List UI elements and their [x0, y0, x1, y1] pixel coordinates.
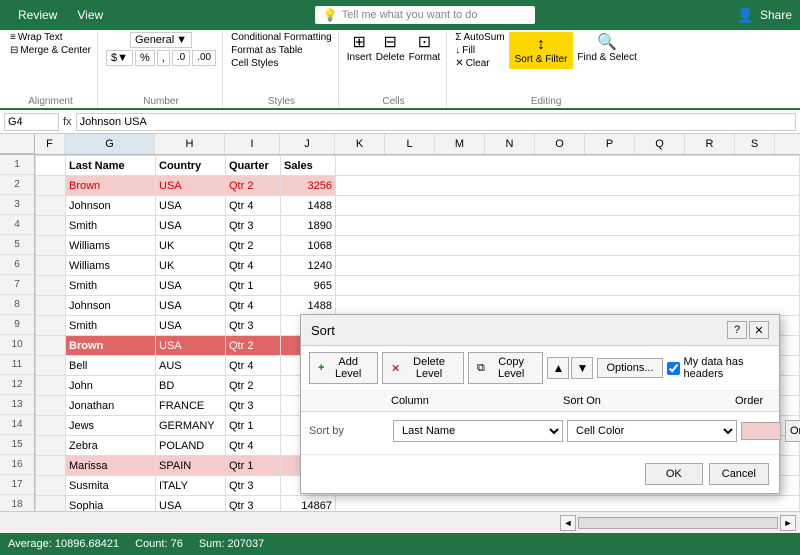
wrap-text-btn[interactable]: ≡Wrap Text	[10, 32, 91, 43]
copy-level-btn[interactable]: ⧉ Copy Level	[468, 352, 544, 384]
currency-btn[interactable]: $▼	[106, 50, 133, 66]
delete-level-btn[interactable]: ✕ Delete Level	[382, 352, 464, 384]
decimal-less-btn[interactable]: .00	[192, 50, 216, 66]
styles-label: Styles	[268, 96, 295, 107]
col-header-k: K	[335, 134, 385, 154]
col-header-r: R	[685, 134, 735, 154]
sort-filter-btn[interactable]: ↕Sort & Filter	[509, 32, 574, 69]
col-header-m: M	[435, 134, 485, 154]
my-data-headers-checkbox[interactable]	[667, 362, 680, 375]
formula-input[interactable]	[76, 113, 796, 131]
share-label[interactable]: Share	[760, 8, 792, 22]
col-header-sales: Sales	[281, 156, 336, 176]
ribbon-tab-view[interactable]: View	[67, 2, 113, 28]
table-row: Smith USA Qtr 3 1890	[36, 216, 800, 236]
col-header-quarter: Quarter	[226, 156, 281, 176]
formula-icon: fx	[63, 116, 72, 128]
delete-icon: ✕	[391, 362, 400, 375]
editing-label: Editing	[531, 96, 562, 107]
options-btn[interactable]: Options...	[597, 358, 662, 378]
col-header-h: H	[155, 134, 225, 154]
decimal-more-btn[interactable]: .0	[172, 50, 190, 66]
col-header-last-name: Last Name	[66, 156, 156, 176]
number-format-dropdown[interactable]: General▼	[130, 32, 192, 48]
my-data-headers-label: My data has headers	[684, 356, 771, 380]
scroll-left-btn[interactable]: ◄	[560, 515, 576, 531]
cell-reference-box[interactable]	[4, 113, 59, 131]
move-down-btn[interactable]: ▼	[571, 357, 593, 379]
table-row: Williams UK Qtr 2 1068	[36, 236, 800, 256]
copy-icon: ⧉	[477, 362, 485, 375]
number-label: Number	[143, 96, 179, 107]
order-col-header: Order	[735, 395, 800, 407]
sort-by-column-select[interactable]: Last Name	[393, 420, 563, 442]
sort-on-select[interactable]: Cell Color	[567, 420, 737, 442]
horizontal-scrollbar[interactable]	[578, 517, 778, 529]
color-swatch	[741, 422, 781, 440]
share-icon: 👤	[737, 7, 754, 24]
col-header-f: F	[35, 134, 65, 154]
table-row: Williams UK Qtr 4 1240	[36, 256, 800, 276]
formula-bar: fx	[0, 110, 800, 134]
scroll-right-btn[interactable]: ►	[780, 515, 796, 531]
col-header-country: Country	[156, 156, 226, 176]
status-average: Average: 10896.68421	[8, 538, 119, 550]
add-level-btn[interactable]: + Add Level	[309, 352, 378, 384]
sort-by-label: Sort by	[309, 425, 389, 437]
move-up-btn[interactable]: ▲	[547, 357, 569, 379]
col-header-g: G	[65, 134, 155, 154]
find-select-btn[interactable]: 🔍Find & Select	[577, 32, 636, 63]
table-row: Johnson USA Qtr 4 1488	[36, 296, 800, 316]
sort-on-col-header: Sort On	[563, 395, 733, 407]
clear-btn[interactable]: ✕Clear	[455, 58, 504, 69]
col-header-j: J	[280, 134, 335, 154]
table-row: Johnson USA Qtr 4 1488	[36, 196, 800, 216]
tell-me-input[interactable]: Tell me what you want to do	[342, 9, 478, 21]
delete-btn[interactable]: ⊟Delete	[376, 32, 405, 63]
alignment-label: Alignment	[28, 96, 72, 107]
cells-label: Cells	[382, 96, 404, 107]
autosum-btn[interactable]: ΣAutoSum	[455, 32, 504, 43]
column-col-header: Column	[391, 395, 561, 407]
comma-btn[interactable]: ,	[157, 50, 170, 66]
cell-styles-btn[interactable]: Cell Styles	[231, 58, 332, 69]
col-header-q: Q	[635, 134, 685, 154]
cancel-button[interactable]: Cancel	[709, 463, 769, 485]
sort-dialog: Sort ? ✕ + Add Level ✕ Delete Level ⧉ Co…	[300, 314, 780, 494]
col-header-i: I	[225, 134, 280, 154]
order-select[interactable]: On Top	[785, 420, 800, 442]
col-header-n: N	[485, 134, 535, 154]
percent-btn[interactable]: %	[135, 50, 155, 66]
header-row: Last Name Country Quarter Sales	[36, 156, 800, 176]
insert-btn[interactable]: ⊞Insert	[347, 32, 372, 63]
merge-center-btn[interactable]: ⊟Merge & Center	[10, 45, 91, 56]
col-header-s: S	[735, 134, 775, 154]
table-row: Smith USA Qtr 1 965	[36, 276, 800, 296]
col-header-o: O	[535, 134, 585, 154]
table-row: Sophia USA Qtr 3 14867	[36, 496, 800, 512]
status-bar: Average: 10896.68421 Count: 76 Sum: 2070…	[0, 533, 800, 555]
dialog-close-btn[interactable]: ✕	[749, 321, 769, 339]
fill-btn[interactable]: ↓Fill	[455, 45, 504, 56]
col-header-l: L	[385, 134, 435, 154]
conditional-formatting-btn[interactable]: Conditional Formatting	[231, 32, 332, 43]
column-header	[309, 395, 389, 407]
dialog-question-btn[interactable]: ?	[727, 321, 747, 339]
dialog-title: Sort	[311, 323, 335, 338]
table-row: Brown USA Qtr 2 3256	[36, 176, 800, 196]
ribbon-tab-review[interactable]: Review	[8, 2, 67, 28]
format-as-table-btn[interactable]: Format as Table	[231, 45, 332, 56]
ribbon: Review View 💡 Tell me what you want to d…	[0, 0, 800, 110]
status-sum: Sum: 207037	[199, 538, 264, 550]
format-btn[interactable]: ⊡Format	[409, 32, 441, 63]
status-count: Count: 76	[135, 538, 183, 550]
lightbulb-icon: 💡	[323, 8, 338, 22]
ok-button[interactable]: OK	[645, 463, 703, 485]
col-header-p: P	[585, 134, 635, 154]
add-icon: +	[318, 362, 324, 374]
